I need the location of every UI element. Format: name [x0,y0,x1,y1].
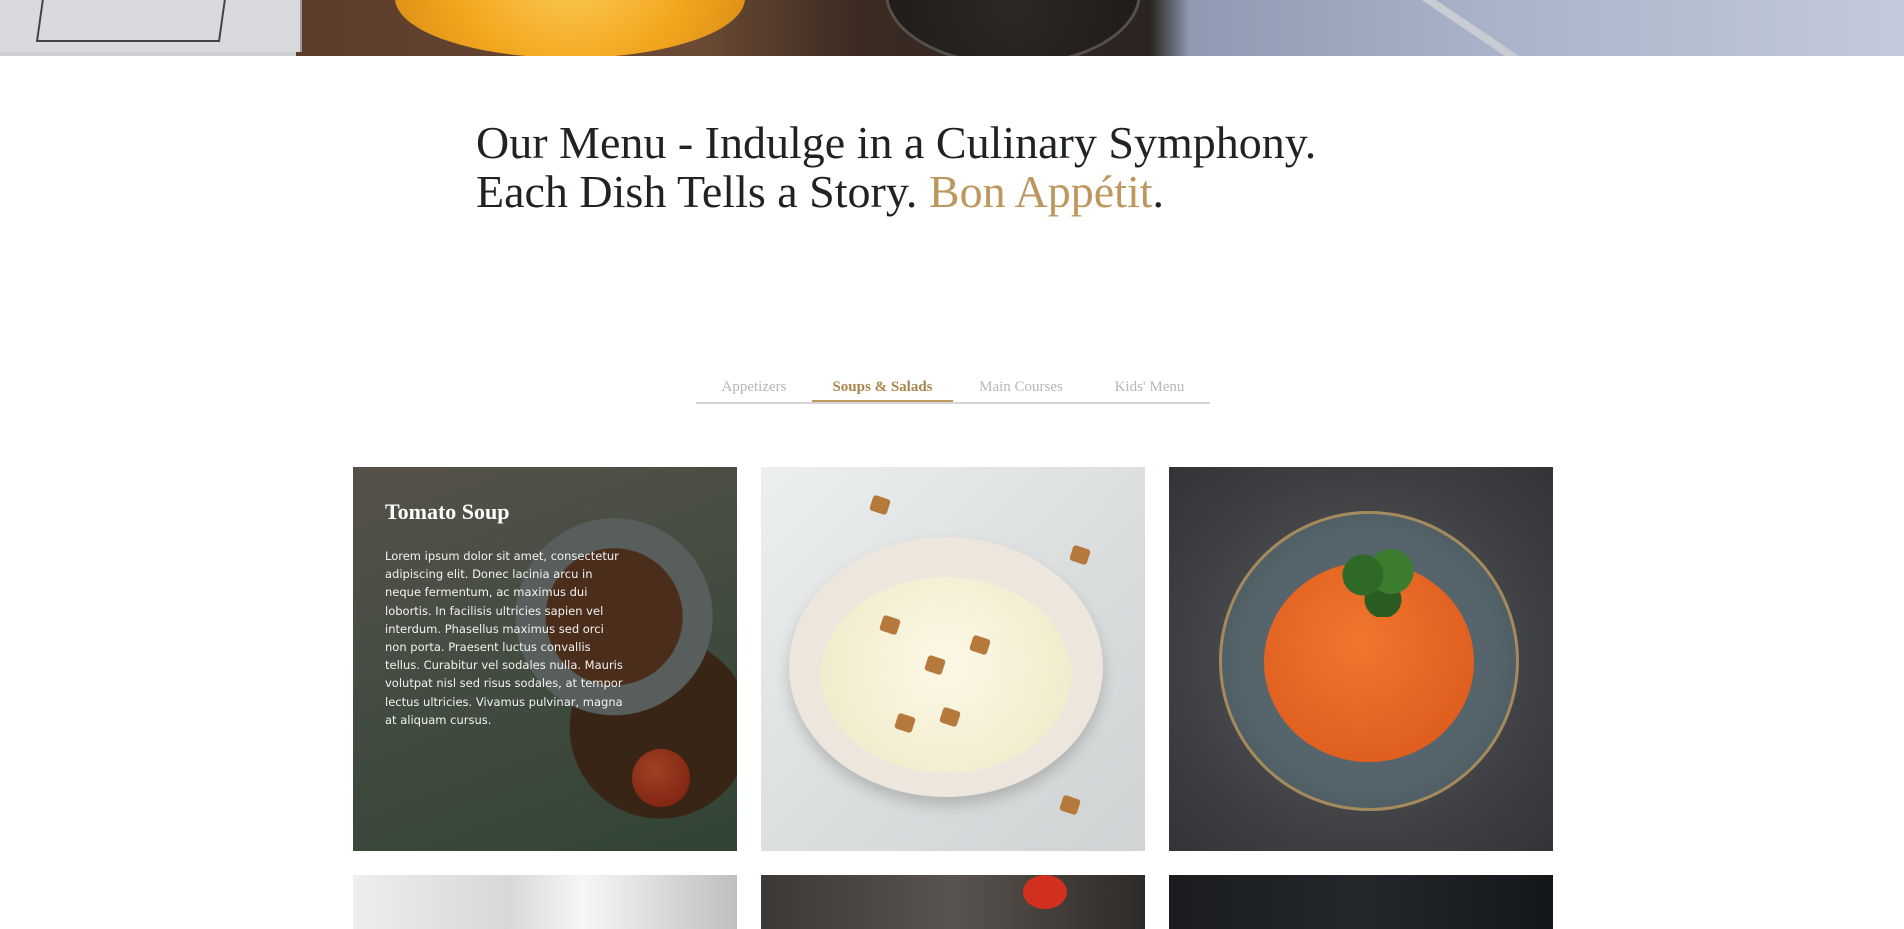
menu-item-row2-3[interactable] [1169,875,1553,929]
menu-item-description: Lorem ipsum dolor sit amet, consectetur … [385,549,623,727]
menu-item-row2-1[interactable] [353,875,737,929]
title-line-2-prefix: Each Dish Tells a Story. [476,166,929,217]
menu-item-title: Tomato Soup [385,499,510,524]
tab-main-courses[interactable]: Main Courses [953,375,1089,402]
title-line-1: Our Menu - Indulge in a Culinary Symphon… [476,117,1317,168]
menu-category-tabs: Appetizers Soups & Salads Main Courses K… [696,375,1210,404]
menu-item-tomato-soup[interactable]: Tomato Soup Lorem ipsum dolor sit amet, … [353,467,737,851]
dish-image [1169,875,1553,929]
hero-image [0,0,1904,56]
menu-item-pumpkin-soup[interactable] [1169,467,1553,851]
menu-card-graphic [0,0,302,52]
title-line-2-suffix: . [1152,166,1165,217]
dish-image [353,875,737,929]
tab-appetizers[interactable]: Appetizers [696,375,812,402]
tab-soups-salads[interactable]: Soups & Salads [812,375,953,402]
menu-item-row2-2[interactable] [761,875,1145,929]
dish-image [761,875,1145,929]
fork-graphic [1417,0,1564,56]
juice-glass-graphic [395,0,745,56]
page-title: Our Menu - Indulge in a Culinary Symphon… [476,118,1316,216]
water-glass-graphic [885,0,1141,56]
menu-item-cream-soup[interactable] [761,467,1145,851]
tab-kids-menu[interactable]: Kids' Menu [1089,375,1210,402]
title-accent: Bon Appétit [928,166,1153,217]
